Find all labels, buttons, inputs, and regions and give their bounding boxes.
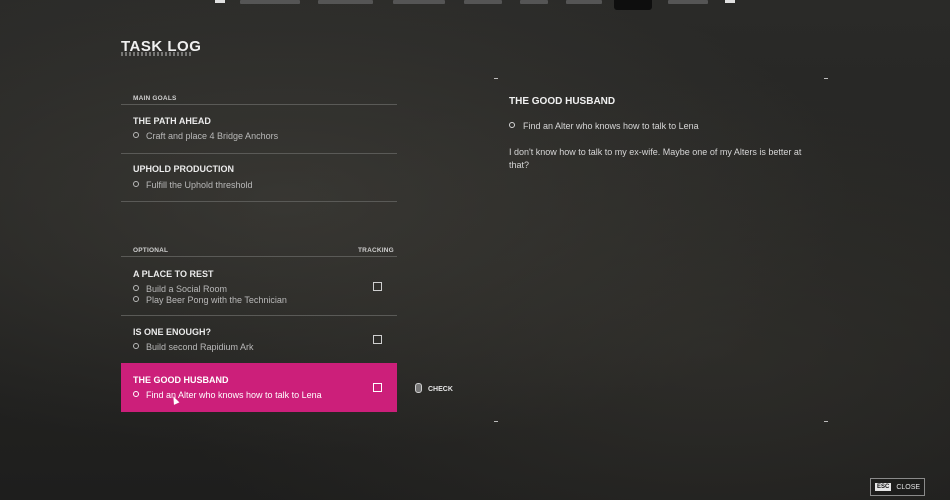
quest-the-good-husband-selected[interactable]: THE GOOD HUSBAND Find an Alter who knows… (121, 363, 397, 412)
nav-tab[interactable] (520, 0, 548, 4)
quest-objective: Craft and place 4 Bridge Anchors (133, 131, 278, 141)
objective-text: Fulfill the Uphold threshold (146, 180, 253, 190)
nav-key-icon (725, 0, 735, 3)
nav-tab[interactable] (393, 0, 445, 4)
mouse-icon (415, 383, 422, 393)
detail-description: I don't know how to talk to my ex-wife. … (509, 147, 802, 170)
panel-corner-mark (824, 421, 828, 422)
detail-objective-text: Find an Alter who knows how to talk to L… (523, 121, 699, 131)
nav-tab[interactable] (318, 0, 373, 4)
quest-name: IS ONE ENOUGH? (133, 327, 212, 337)
quest-the-path-ahead[interactable]: THE PATH AHEAD Craft and place 4 Bridge … (121, 105, 397, 153)
nav-tab[interactable] (464, 0, 502, 4)
nav-tab[interactable] (566, 0, 602, 4)
objective-bullet-icon (133, 296, 139, 302)
close-label: CLOSE (896, 483, 921, 491)
nav-key-icon (215, 0, 225, 3)
objective-text: Play Beer Pong with the Technician (146, 295, 287, 305)
divider (121, 201, 397, 202)
quest-a-place-to-rest[interactable]: A PLACE TO REST Build a Social Room Play… (121, 257, 397, 315)
close-button[interactable]: ESC CLOSE (870, 478, 926, 496)
quest-objective: Find an Alter who knows how to talk to L… (133, 390, 322, 400)
check-label: CHECK (428, 386, 453, 393)
objective-bullet-icon (133, 132, 139, 138)
panel-corner-mark (494, 421, 498, 422)
tracking-checkbox[interactable] (373, 335, 382, 344)
optional-header: OPTIONAL (133, 247, 169, 254)
objective-bullet-icon (133, 343, 139, 349)
tracking-checkbox[interactable] (373, 282, 382, 291)
objective-bullet-icon (133, 285, 139, 291)
panel-corner-mark (494, 78, 498, 79)
nav-tab-tasks-active[interactable] (614, 0, 652, 10)
quest-objective: Build second Rapidium Ark (133, 342, 254, 352)
quest-objective: Fulfill the Uphold threshold (133, 180, 253, 190)
panel-corner-mark (824, 78, 828, 79)
top-nav-bar (0, 0, 950, 10)
quest-name: THE GOOD HUSBAND (133, 375, 229, 385)
tracking-header: TRACKING (358, 247, 394, 254)
quest-name: A PLACE TO REST (133, 269, 214, 279)
title-underline-decoration (121, 52, 193, 56)
esc-key-icon: ESC (875, 483, 892, 491)
objective-bullet-icon (133, 391, 139, 397)
check-prompt[interactable]: CHECK (415, 383, 453, 393)
quest-detail-panel: THE GOOD HUSBAND Find an Alter who knows… (494, 78, 828, 422)
tracking-checkbox[interactable] (373, 383, 382, 392)
objective-text: Build a Social Room (146, 284, 228, 294)
quest-uphold-production[interactable]: UPHOLD PRODUCTION Fulfill the Uphold thr… (121, 154, 397, 201)
objective-bullet-icon (133, 181, 139, 187)
quest-name: THE PATH AHEAD (133, 116, 211, 126)
quest-objective: Play Beer Pong with the Technician (133, 295, 287, 305)
quest-is-one-enough[interactable]: IS ONE ENOUGH? Build second Rapidium Ark (121, 316, 397, 362)
objective-bullet-icon (509, 122, 515, 128)
objective-text: Craft and place 4 Bridge Anchors (146, 131, 279, 141)
nav-tab[interactable] (668, 0, 708, 4)
quest-name: UPHOLD PRODUCTION (133, 164, 234, 174)
quest-objective: Build a Social Room (133, 284, 227, 294)
nav-tab[interactable] (240, 0, 300, 4)
main-goals-header: MAIN GOALS (133, 95, 177, 102)
detail-objective: Find an Alter who knows how to talk to L… (509, 121, 699, 131)
objective-text: Build second Rapidium Ark (146, 342, 254, 352)
detail-title: THE GOOD HUSBAND (509, 96, 616, 107)
